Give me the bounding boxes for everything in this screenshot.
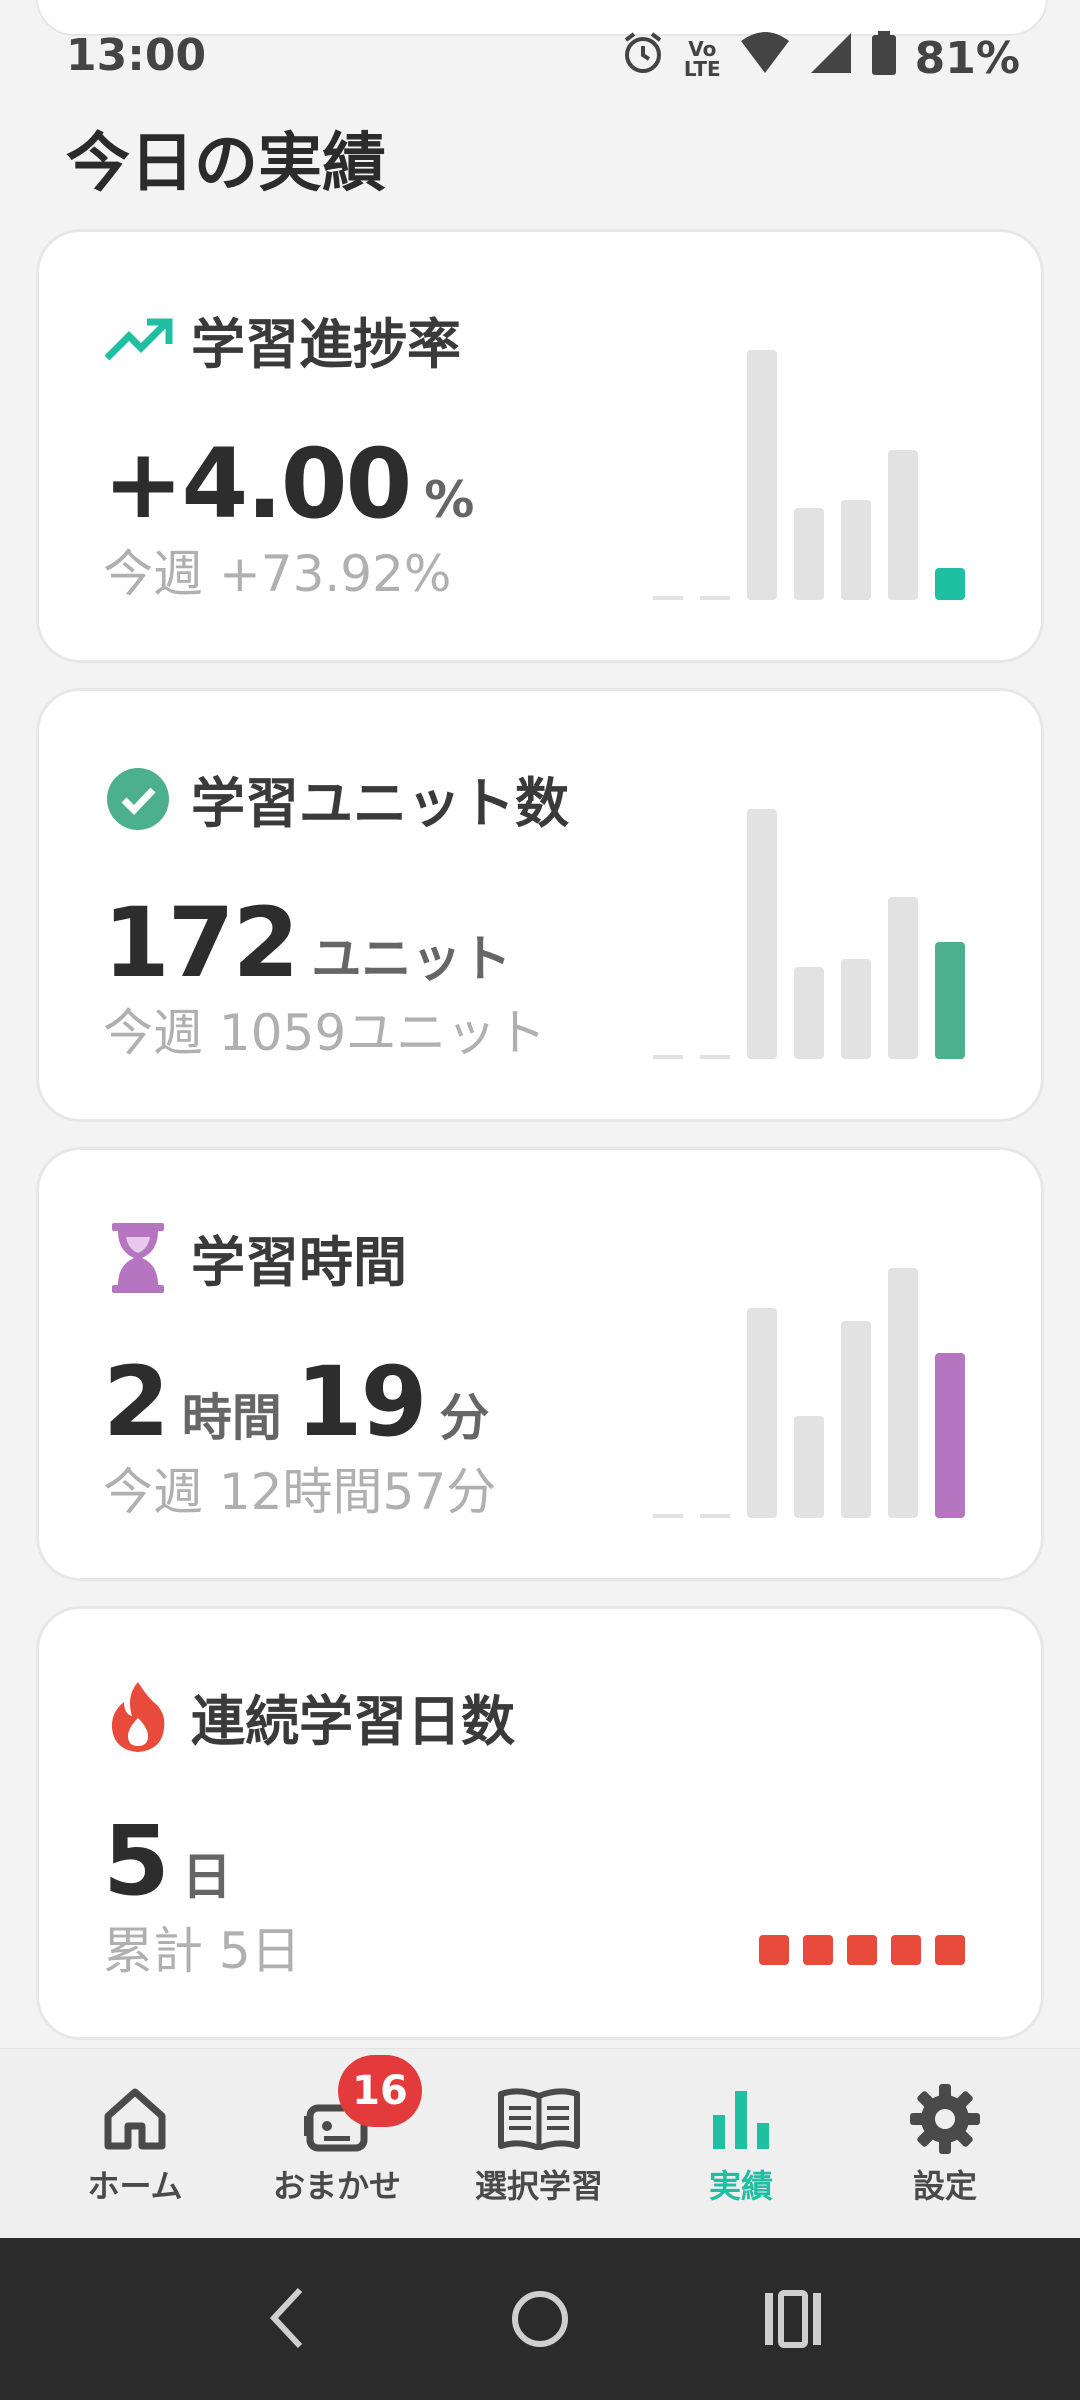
chart-bar <box>794 966 824 1059</box>
nav-home-label: ホーム <box>87 2167 183 2205</box>
streak-card[interactable]: 連続学習日数 5 日 累計 5日 <box>36 1606 1044 2040</box>
chart-empty-day <box>653 596 683 600</box>
streak-day-square <box>847 1935 877 1965</box>
system-navigation-bar <box>0 2238 1080 2400</box>
chart-bar <box>841 500 871 600</box>
nav-results[interactable]: 実績 <box>641 2077 841 2207</box>
units-card[interactable]: 学習ユニット数 172 ユニット 今週 1059ユニット <box>36 688 1044 1122</box>
streak-day-square <box>759 1935 789 1965</box>
hourglass-icon <box>103 1222 173 1293</box>
chart-bar <box>888 1268 918 1518</box>
chart-bar <box>747 1308 777 1518</box>
progress-bar-chart <box>653 340 973 600</box>
trending-up-icon <box>103 305 173 375</box>
progress-unit: % <box>424 471 475 529</box>
wifi-icon <box>739 31 791 86</box>
chart-bar <box>841 1320 871 1518</box>
chart-bar <box>794 507 824 600</box>
back-icon[interactable] <box>266 2286 306 2354</box>
fire-icon <box>103 1681 173 1752</box>
bar-chart-icon <box>709 2077 773 2161</box>
chart-bar-today <box>935 1353 965 1518</box>
units-title: 学習ユニット数 <box>191 772 569 835</box>
chart-bar <box>794 1415 824 1518</box>
units-unit: ユニット <box>311 930 512 988</box>
time-hours-value: 2 <box>103 1346 170 1458</box>
book-icon <box>497 2077 581 2161</box>
nav-settings[interactable]: 設定 <box>845 2077 1045 2207</box>
recent-apps-icon[interactable] <box>762 2290 824 2352</box>
chart-empty-day <box>700 596 730 600</box>
streak-day-square <box>891 1935 921 1965</box>
chart-empty-day <box>653 1514 683 1518</box>
chart-empty-day <box>653 1055 683 1059</box>
chart-bar-today <box>935 941 965 1059</box>
streak-day-square <box>935 1935 965 1965</box>
chart-bar <box>888 896 918 1059</box>
time-card[interactable]: 学習時間 2 時間 19 分 今週 12時間57分 <box>36 1147 1044 1581</box>
time-minutes-unit: 分 <box>439 1389 490 1447</box>
nav-select-study[interactable]: 選択学習 <box>439 2077 639 2207</box>
status-bar: 13:00 Vo LTE 81% <box>0 24 1080 88</box>
units-bar-chart <box>653 799 973 1059</box>
chart-bar <box>747 350 777 600</box>
streak-value: 5 <box>103 1805 170 1917</box>
streak-indicator <box>759 1935 965 1965</box>
notification-badge: 16 <box>338 2055 422 2127</box>
time-week: 今週 12時間57分 <box>103 1463 497 1521</box>
progress-card[interactable]: 学習進捗率 +4.00 % 今週 +73.92% <box>36 229 1044 663</box>
streak-title: 連続学習日数 <box>191 1690 515 1753</box>
home-circle-icon[interactable] <box>511 2290 569 2352</box>
check-circle-icon <box>103 764 173 834</box>
battery-percent: 81% <box>914 33 1020 84</box>
chart-bar <box>888 450 918 600</box>
nav-omakase-label: おまかせ <box>272 2167 401 2205</box>
progress-value: +4.00 <box>103 428 412 540</box>
volte-icon: Vo LTE <box>683 36 721 81</box>
time-title: 学習時間 <box>191 1231 407 1294</box>
gear-icon <box>910 2077 980 2161</box>
time-bar-chart <box>653 1258 973 1518</box>
page-title: 今日の実績 <box>66 127 386 201</box>
home-icon <box>102 2077 168 2161</box>
time-hours-unit: 時間 <box>181 1389 282 1447</box>
chart-bar <box>841 959 871 1059</box>
units-value: 172 <box>103 887 299 999</box>
status-icons: Vo LTE 81% <box>620 30 1020 87</box>
chart-empty-day <box>700 1055 730 1059</box>
streak-unit: 日 <box>181 1848 232 1906</box>
alarm-icon <box>620 30 666 87</box>
signal-icon <box>809 31 853 86</box>
streak-day-square <box>803 1935 833 1965</box>
progress-week: 今週 +73.92% <box>103 545 452 603</box>
progress-title: 学習進捗率 <box>191 313 461 376</box>
nav-settings-label: 設定 <box>912 2167 977 2205</box>
chart-empty-day <box>700 1514 730 1518</box>
nav-home[interactable]: ホーム <box>35 2077 235 2207</box>
nav-results-label: 実績 <box>708 2167 773 2205</box>
chart-bar <box>747 809 777 1059</box>
time-minutes-value: 19 <box>295 1346 428 1458</box>
streak-total: 累計 5日 <box>103 1922 301 1980</box>
bottom-navigation: ホーム おまかせ 16 選択学習 実績 設定 <box>0 2048 1080 2239</box>
units-week: 今週 1059ユニット <box>103 1004 547 1062</box>
status-time: 13:00 <box>66 30 207 81</box>
nav-select-study-label: 選択学習 <box>474 2167 603 2205</box>
chart-bar-today <box>935 568 965 600</box>
battery-icon <box>871 31 897 86</box>
